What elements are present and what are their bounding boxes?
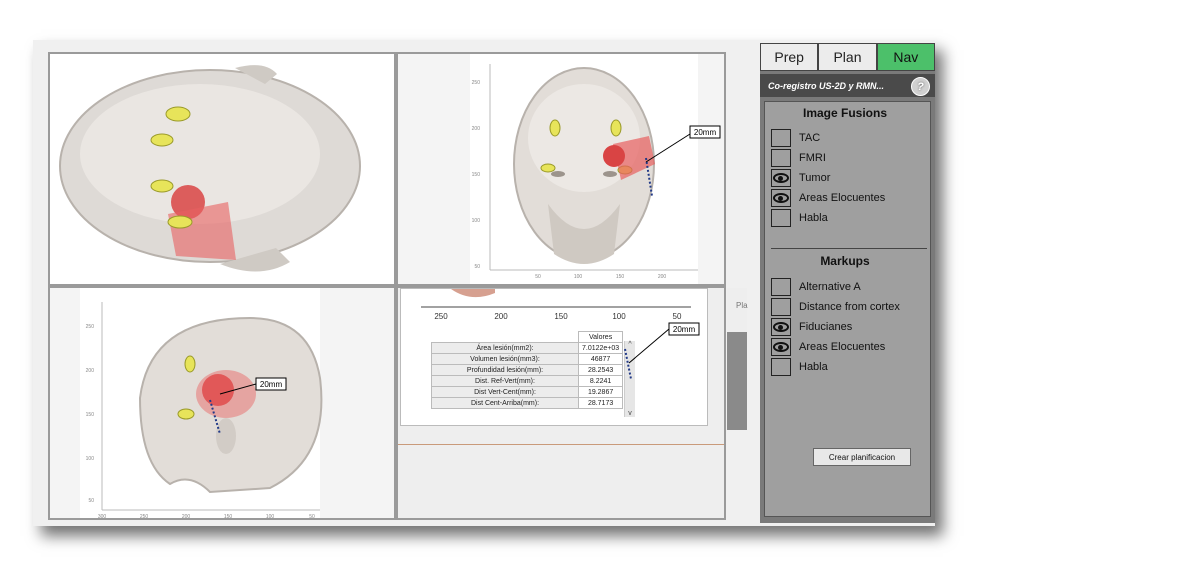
y-tick: 50 bbox=[88, 498, 94, 504]
x-tick: 50 bbox=[309, 514, 315, 520]
collapsed-panel-label: Pla bbox=[736, 301, 748, 310]
markup-item-areas-elocuentes[interactable]: Areas Elocuentes bbox=[771, 337, 885, 357]
measure-label: 20mm bbox=[260, 380, 283, 389]
y-tick: 150 bbox=[472, 172, 481, 178]
markup-item-distance-from-cortex[interactable]: Distance from cortex bbox=[771, 297, 900, 317]
visibility-toggle[interactable] bbox=[771, 318, 791, 336]
y-tick: 100 bbox=[472, 218, 481, 224]
x-tick: 100 bbox=[574, 274, 583, 280]
y-tick: 50 bbox=[474, 264, 480, 270]
visibility-toggle[interactable] bbox=[771, 169, 791, 187]
measure-label: 20mm bbox=[673, 325, 696, 334]
table-row: Dist Vert-Cent(mm): 19.2867 bbox=[431, 386, 624, 398]
x-tick: 200 bbox=[658, 274, 667, 280]
divider-line bbox=[398, 444, 724, 445]
viewport-lateral-view[interactable]: 20mm 250 200 150 100 50 300 250 200 150 … bbox=[48, 286, 396, 520]
markup-item-habla[interactable]: Habla bbox=[771, 357, 828, 377]
head-frontal-render: 20mm 250 200 150 100 50 50 100 150 200 bbox=[398, 54, 724, 284]
x-tick: 100 bbox=[266, 514, 275, 520]
fusion-item-tac[interactable]: TAC bbox=[771, 128, 820, 148]
table-row: Volumen lesión(mm3): 46877 bbox=[431, 353, 624, 365]
markup-item-fiducianes[interactable]: Fiducianes bbox=[771, 317, 852, 337]
x-tick: 150 bbox=[554, 312, 568, 321]
viewport-frontal-view[interactable]: 20mm 250 200 150 100 50 50 100 150 200 bbox=[396, 52, 726, 286]
scroll-down-icon[interactable]: v bbox=[625, 410, 635, 417]
measure-label: 20mm bbox=[694, 128, 717, 137]
y-tick: 250 bbox=[86, 324, 95, 330]
markup-item-alternative-a[interactable]: Alternative A bbox=[771, 277, 861, 297]
x-tick: 150 bbox=[224, 514, 233, 520]
layers-panel: Image Fusions TAC FMRI Tumor Areas Elocu… bbox=[764, 101, 931, 517]
fusion-item-habla[interactable]: Habla bbox=[771, 208, 828, 228]
eye-icon bbox=[773, 322, 789, 332]
table-row: Dist Cent-Arriba(mm): 28.7173 bbox=[431, 397, 624, 409]
detail-axis: 250 200 150 100 50 bbox=[421, 289, 691, 321]
visibility-toggle[interactable] bbox=[771, 298, 791, 316]
visibility-toggle[interactable] bbox=[771, 189, 791, 207]
right-panel: Prep Plan Nav Co-registro US-2D y RMN...… bbox=[760, 43, 935, 523]
viewport-top-view[interactable] bbox=[48, 52, 396, 286]
x-tick: 150 bbox=[616, 274, 625, 280]
create-plan-button[interactable]: Crear planificacion bbox=[813, 448, 911, 466]
tab-plan[interactable]: Plan bbox=[818, 43, 877, 71]
viewport-grid: 20mm 250 200 150 100 50 50 100 150 200 2… bbox=[48, 52, 726, 520]
module-tabs: Prep Plan Nav bbox=[760, 43, 935, 71]
module-subtitle-text: Co-registro US-2D y RMN... bbox=[768, 80, 885, 91]
eye-icon bbox=[773, 193, 789, 203]
y-tick: 150 bbox=[86, 412, 95, 418]
visibility-toggle[interactable] bbox=[771, 209, 791, 227]
y-tick: 250 bbox=[472, 80, 481, 86]
fusion-item-tumor[interactable]: Tumor bbox=[771, 168, 830, 188]
help-icon[interactable]: ? bbox=[911, 77, 930, 96]
markups-title: Markups bbox=[820, 254, 870, 268]
scroll-up-icon[interactable]: ^ bbox=[625, 341, 635, 348]
x-tick: 200 bbox=[182, 514, 191, 520]
table-row: Dist. Ref-Vert(mm): 8.2241 bbox=[431, 375, 624, 387]
tab-prep[interactable]: Prep bbox=[760, 43, 819, 71]
x-tick: 200 bbox=[494, 312, 508, 321]
tab-nav[interactable]: Nav bbox=[876, 43, 935, 71]
table-scrollbar[interactable]: ^ v bbox=[624, 341, 635, 417]
image-fusions-title: Image Fusions bbox=[802, 106, 888, 120]
column-header: Valores bbox=[577, 331, 624, 343]
eye-icon bbox=[773, 342, 789, 352]
x-tick: 100 bbox=[612, 312, 626, 321]
head-lateral-render: 20mm 250 200 150 100 50 300 250 200 150 … bbox=[50, 288, 394, 520]
x-tick: 300 bbox=[98, 514, 107, 520]
x-tick: 250 bbox=[140, 514, 149, 520]
detail-panel: 250 200 150 100 50 Valores Área lesión(m… bbox=[400, 288, 708, 426]
y-tick: 200 bbox=[86, 368, 95, 374]
x-tick: 50 bbox=[535, 274, 541, 280]
table-row: Profundidad lesión(mm): 28.2543 bbox=[431, 364, 624, 376]
y-tick: 200 bbox=[472, 126, 481, 132]
eye-icon bbox=[773, 173, 789, 183]
section-divider bbox=[771, 248, 927, 249]
y-tick: 100 bbox=[86, 456, 95, 462]
app-window: 20mm 250 200 150 100 50 50 100 150 200 2… bbox=[33, 40, 935, 526]
table-row: Área lesión(mm2): 7.0122e+03 bbox=[431, 342, 624, 354]
x-tick: 250 bbox=[434, 312, 448, 321]
viewport-detail-view[interactable]: 250 200 150 100 50 Valores Área lesión(m… bbox=[396, 286, 726, 520]
visibility-toggle[interactable] bbox=[771, 129, 791, 147]
x-tick: 50 bbox=[673, 312, 682, 321]
visibility-toggle[interactable] bbox=[771, 358, 791, 376]
fusion-item-areas-elocuentes[interactable]: Areas Elocuentes bbox=[771, 188, 885, 208]
visibility-toggle[interactable] bbox=[771, 338, 791, 356]
visibility-toggle[interactable] bbox=[771, 149, 791, 167]
lesion-stats-table: Valores Área lesión(mm2): 7.0122e+03 Volu… bbox=[431, 331, 624, 409]
fusion-item-fmri[interactable]: FMRI bbox=[771, 148, 826, 168]
collapsed-panel-header[interactable] bbox=[727, 288, 747, 332]
visibility-toggle[interactable] bbox=[771, 278, 791, 296]
module-subtitle: Co-registro US-2D y RMN... ? bbox=[760, 74, 935, 97]
head-top-render bbox=[50, 54, 394, 284]
